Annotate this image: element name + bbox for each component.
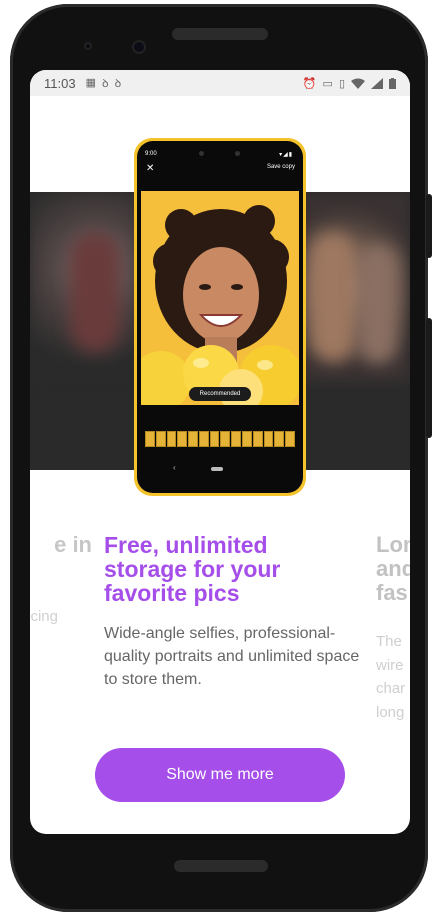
mockup-screen: 9:00 ▾◢▮ ✕ Save copy Recommended ‹: [137, 141, 303, 493]
status-time: 11:03: [44, 75, 76, 91]
filmstrip-frame: [188, 431, 198, 447]
front-camera-icon: [84, 42, 92, 50]
status-bar: 11:03 ▦ ꝺ ꝺ ⏰ ▭ ▯: [30, 70, 410, 96]
power-button: [426, 194, 432, 258]
cast-icon: ▭: [322, 77, 333, 90]
show-me-more-button[interactable]: Show me more: [95, 748, 345, 802]
sim-icon: ▦: [85, 76, 96, 89]
signal-icon: [371, 77, 383, 89]
next-card-title-line: and: [376, 556, 410, 581]
phone-mockup: 9:00 ▾◢▮ ✕ Save copy Recommended ‹: [134, 138, 306, 496]
filmstrip-frame: [145, 431, 155, 447]
bottom-speaker: [174, 860, 268, 872]
mockup-camera-icon: [199, 151, 204, 156]
next-card-desc-line: long: [376, 703, 405, 721]
status-right-icons: ⏰ ▭ ▯: [303, 77, 396, 90]
filmstrip-frame: [231, 431, 242, 447]
filmstrip-frame: [242, 431, 252, 447]
wifi-icon: [351, 78, 365, 89]
card-description: Wide-angle selfies, professional-quality…: [104, 625, 360, 688]
filmstrip-frame: [166, 431, 177, 447]
mockup-topbar: 9:00 ▾◢▮ ✕ Save copy: [137, 141, 303, 191]
alarm-icon: ⏰: [302, 77, 317, 90]
filmstrip-frame: [177, 431, 188, 447]
next-card-title-line: fas: [376, 580, 408, 605]
volume-button: [426, 318, 432, 438]
next-card-desc-line: char: [376, 680, 406, 697]
filmstrip-frame: [263, 431, 274, 447]
back-icon: ‹: [173, 463, 176, 472]
next-card-title: Lon and fas: [376, 533, 410, 605]
data-saver-icon: ꝺ: [114, 77, 122, 90]
next-card-description: The wire char long: [376, 630, 405, 724]
card-title: Free, unlimited storage for your favorit…: [104, 532, 281, 606]
filmstrip: [145, 431, 295, 447]
battery-icon: [389, 77, 396, 89]
mockup-camera-icon: [235, 151, 240, 156]
recommended-badge: Recommended: [189, 387, 251, 401]
filmstrip-frame: [252, 431, 263, 447]
carousel-next-image: [302, 192, 410, 470]
screen: 11:03 ▦ ꝺ ꝺ ⏰ ▭ ▯ 9:00 ▾◢▮ ✕ Save copy R…: [30, 70, 410, 834]
filmstrip-frame: [220, 431, 231, 447]
carousel-prev-image: [30, 192, 140, 470]
prev-card-subtitle: cing: [30, 608, 58, 625]
close-icon: ✕: [146, 163, 155, 174]
data-saver-icon: ꝺ: [101, 77, 109, 90]
mockup-save-copy: Save copy: [266, 164, 295, 170]
status-left-icons: ▦ ꝺ ꝺ: [86, 76, 122, 91]
selfie-illustration: [141, 191, 299, 405]
mockup-time: 9:00: [145, 151, 157, 157]
front-camera-icon: [132, 40, 146, 54]
earpiece-speaker: [172, 28, 268, 40]
filmstrip-frame: [274, 431, 285, 447]
next-card-desc-line: wire: [376, 656, 404, 674]
filmstrip-frame: [155, 431, 166, 447]
mockup-status-icons: ▾◢▮: [279, 152, 293, 158]
prev-card-title: e in: [54, 532, 92, 557]
filmstrip-frame: [209, 431, 220, 447]
filmstrip-frame: [285, 431, 295, 447]
selfie-photo: [141, 191, 299, 405]
home-pill-icon: [211, 467, 223, 471]
next-card-desc-line: The: [376, 633, 402, 650]
next-card-title-line: Lon: [376, 532, 410, 557]
vibrate-icon: ▯: [338, 77, 345, 90]
mockup-nav-bar: ‹: [137, 459, 303, 479]
filmstrip-frame: [198, 431, 209, 447]
